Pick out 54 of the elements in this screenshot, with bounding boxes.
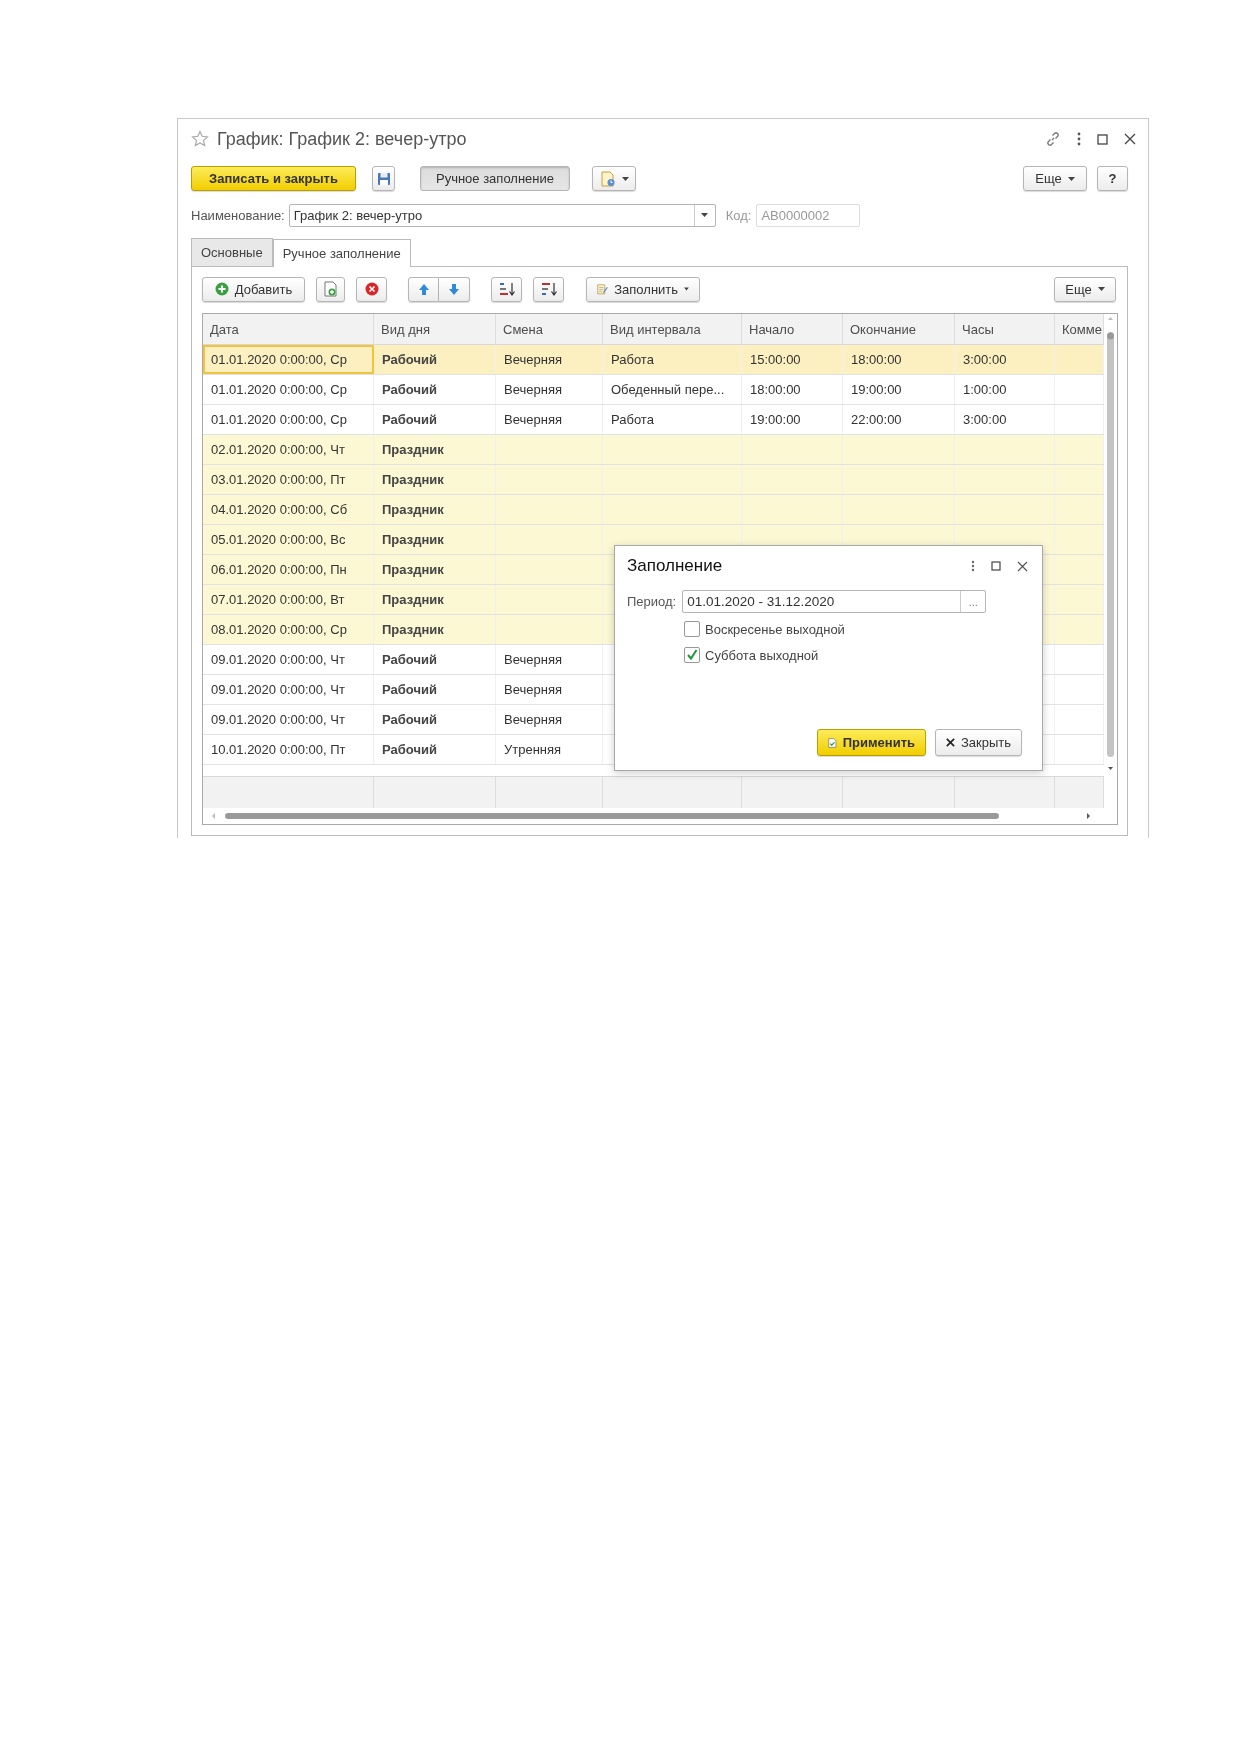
table-cell: Вечерняя bbox=[496, 705, 603, 734]
table-cell: Праздник bbox=[374, 615, 496, 644]
table-cell: 07.01.2020 0:00:00, Вт bbox=[203, 585, 374, 614]
table-cell: Праздник bbox=[374, 555, 496, 584]
table-cell: 01.01.2020 0:00:00, Ср bbox=[203, 405, 374, 434]
window-title: График: График 2: вечер-утро bbox=[217, 128, 467, 150]
table-cell: Рабочий bbox=[374, 735, 496, 764]
field-label: Наименование: bbox=[191, 207, 285, 223]
table-cell: Рабочий bbox=[374, 375, 496, 404]
table-cell: 06.01.2020 0:00:00, Пн bbox=[203, 555, 374, 584]
table-cell: 09.01.2020 0:00:00, Чт bbox=[203, 705, 374, 734]
table-cell: Вечерняя bbox=[496, 345, 603, 374]
table-cell: 18:00:00 bbox=[742, 375, 843, 404]
table-cell: 3:00:00 bbox=[955, 405, 1055, 434]
table-cell: 22:00:00 bbox=[843, 405, 955, 434]
table-cell: 03.01.2020 0:00:00, Пт bbox=[203, 465, 374, 494]
table-cell: Рабочий bbox=[374, 345, 496, 374]
table-cell: 19:00:00 bbox=[742, 405, 843, 434]
table-cell: 18:00:00 bbox=[843, 345, 955, 374]
table-cell: Рабочий bbox=[374, 705, 496, 734]
table-cell: Работа bbox=[603, 345, 742, 374]
table-cell: Праздник bbox=[374, 465, 496, 494]
table-cell: Праздник bbox=[374, 585, 496, 614]
table-cell: Вечерняя bbox=[496, 675, 603, 704]
table-cell: Праздник bbox=[374, 495, 496, 524]
table-cell: 15:00:00 bbox=[742, 345, 843, 374]
table-cell: Праздник bbox=[374, 435, 496, 464]
checkbox-label: Суббота выходной bbox=[705, 647, 819, 663]
table-cell: 05.01.2020 0:00:00, Вс bbox=[203, 525, 374, 554]
table-cell: 3:00:00 bbox=[955, 345, 1055, 374]
table-cell: 01.01.2020 0:00:00, Ср bbox=[203, 345, 374, 374]
table-cell: Вечерняя bbox=[496, 405, 603, 434]
table-cell: 19:00:00 bbox=[843, 375, 955, 404]
field-label: Код: bbox=[725, 207, 752, 223]
table-cell: Вечерняя bbox=[496, 375, 603, 404]
table-cell: Рабочий bbox=[374, 645, 496, 674]
table-cell: 09.01.2020 0:00:00, Чт bbox=[203, 675, 374, 704]
field-label: Период: bbox=[627, 594, 677, 609]
table-cell: 10.01.2020 0:00:00, Пт bbox=[203, 735, 374, 764]
checkbox-label: Воскресенье выходной bbox=[705, 621, 845, 637]
table-cell: Рабочий bbox=[374, 405, 496, 434]
table-cell: 08.01.2020 0:00:00, Ср bbox=[203, 615, 374, 644]
table-cell: Праздник bbox=[374, 525, 496, 554]
table-cell: Обеденный пере... bbox=[603, 375, 742, 404]
table-cell: 02.01.2020 0:00:00, Чт bbox=[203, 435, 374, 464]
table-cell: 1:00:00 bbox=[955, 375, 1055, 404]
dialog-title: Заполнение bbox=[627, 556, 723, 576]
table-cell: Рабочий bbox=[374, 675, 496, 704]
table-cell: Работа bbox=[603, 405, 742, 434]
table-cell: Утренняя bbox=[496, 735, 603, 764]
table-cell: 04.01.2020 0:00:00, Сб bbox=[203, 495, 374, 524]
table-cell: 09.01.2020 0:00:00, Чт bbox=[203, 645, 374, 674]
table-cell: 01.01.2020 0:00:00, Ср bbox=[203, 375, 374, 404]
table-cell: Вечерняя bbox=[496, 645, 603, 674]
